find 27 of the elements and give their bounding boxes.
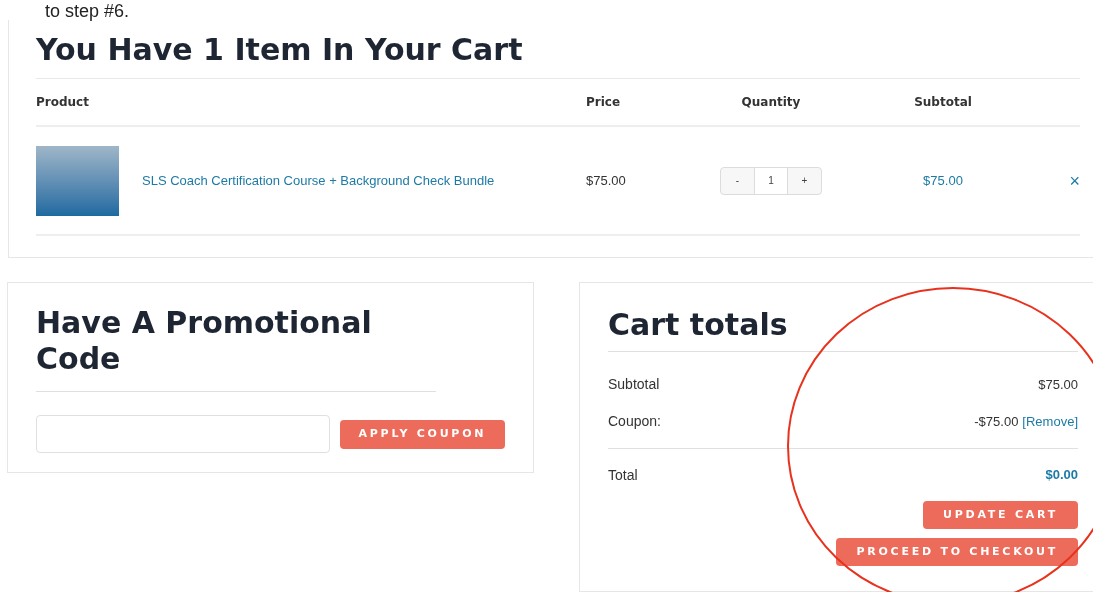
remove-button[interactable]: × (1069, 171, 1080, 190)
totals-value: $75.00 (1038, 375, 1078, 394)
cart-title: You Have 1 Item In Your Cart (36, 31, 523, 69)
apply-coupon-button[interactable]: APPLY COUPON (339, 419, 505, 449)
promo-title: Have A Promotional Code (36, 305, 436, 392)
quantity-field[interactable]: 1 (754, 167, 788, 194)
total-value: $0.00 (1045, 466, 1078, 485)
decrement-button[interactable]: - (721, 167, 754, 194)
quantity-stepper[interactable]: - 1 + (720, 166, 822, 195)
caption-text: to step #6. (45, 2, 130, 20)
totals-label: Coupon: (608, 412, 661, 431)
column-header: Subtotal (914, 94, 972, 111)
update-cart-button[interactable]: UPDATE CART (923, 501, 1078, 529)
totals-value: -$75.00 (974, 412, 1019, 431)
totals-label: Subtotal (608, 375, 660, 394)
totals-title: Cart totals (608, 305, 1078, 352)
column-header: Price (586, 94, 621, 111)
column-header: Quantity (741, 94, 801, 111)
product-link[interactable]: SLS Coach Certification Course + Background Check Bundle (142, 170, 495, 191)
column-header: Product (36, 94, 89, 111)
price-text: $75.00 (586, 171, 627, 190)
total-label: Total (608, 465, 638, 485)
checkout-button[interactable]: PROCEED TO CHECKOUT (836, 538, 1078, 566)
coupon-input-field[interactable] (36, 415, 330, 453)
remove-coupon-link[interactable]: [Remove] (1022, 411, 1078, 432)
subtotal-text: $75.00 (923, 171, 963, 190)
increment-button[interactable]: + (788, 167, 821, 194)
